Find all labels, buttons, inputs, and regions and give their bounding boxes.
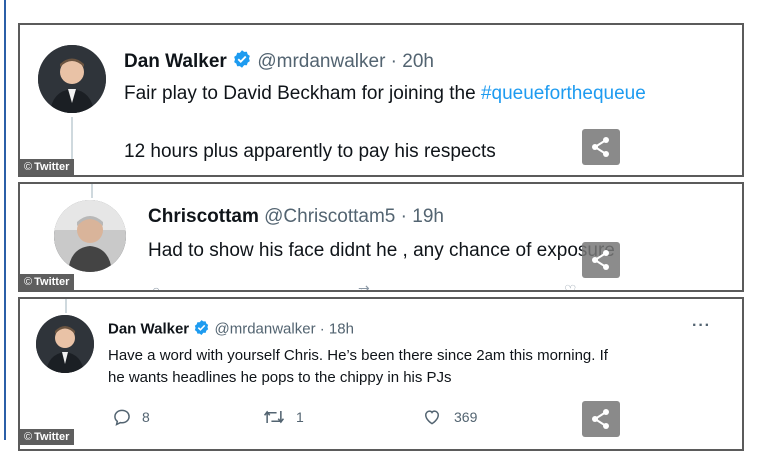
share-button[interactable] [582,129,620,165]
thread-line [91,184,93,198]
retweet-button[interactable]: 1 [262,407,422,427]
copyright-symbol: © [24,431,33,443]
separator: · [400,206,407,227]
reply-icon[interactable]: ○ [152,282,160,290]
tweet-text-line-2: 12 hours plus apparently to pay his resp… [124,141,496,162]
author-name[interactable]: Chriscottam [148,206,259,227]
tweet-text: Had to show his face didnt he , any chan… [148,240,615,261]
tweet-text: Fair play to David Beckham for joining t… [124,83,646,105]
share-button[interactable] [582,242,620,278]
more-icon[interactable]: ··· [692,317,711,335]
share-icon [592,409,609,429]
credit-label: Twitter [34,431,70,443]
tweet-text-part: Fair play to David Beckham for joining t… [124,83,481,104]
retweet-icon[interactable]: ⇄ [358,282,370,290]
reply-icon [114,409,130,426]
author-name[interactable]: Dan Walker [124,51,227,72]
verified-badge-icon [193,319,210,340]
author-handle[interactable]: @mrdanwalker [257,51,385,72]
avatar[interactable] [54,200,126,272]
tweet-card-1: Dan Walker @mrdanwalker · 20h Fair play … [18,23,744,177]
copyright-symbol: © [24,161,33,173]
timestamp[interactable]: 20h [402,51,434,72]
photo-credit: © Twitter [20,274,75,290]
reply-button[interactable]: 8 [112,407,262,427]
tweet-card-3: Dan Walker @mrdanwalker · 18h ··· Have a… [18,297,744,451]
share-button[interactable] [582,401,620,437]
like-count: 369 [454,409,478,425]
tweet-header: Chriscottam @Chriscottam5 · 19h [148,206,444,228]
tweet-actions: 8 1 369 [112,407,582,427]
reply-count: 8 [142,409,150,425]
like-icon[interactable]: ♡ [564,282,577,290]
retweet-count: 1 [296,409,304,425]
tweet-text-line-1: Have a word with yourself Chris. He’s be… [108,347,608,364]
share-icon [592,137,609,157]
author-handle[interactable]: @Chriscottam5 [264,206,395,227]
author-handle[interactable]: @mrdanwalker [214,320,315,337]
photo-credit: © Twitter [20,159,75,175]
separator: · [319,320,325,338]
avatar[interactable] [36,315,94,373]
tweet-header: Dan Walker @mrdanwalker · 20h [124,49,434,75]
hashtag-link[interactable]: #queueforthequeue [481,83,646,104]
separator: · [390,51,397,73]
copyright-symbol: © [24,276,33,288]
like-button[interactable]: 369 [422,407,582,427]
left-margin-rule [4,0,6,440]
author-name[interactable]: Dan Walker [108,320,189,337]
tweet-card-2: Chriscottam @Chriscottam5 · 19h Had to s… [18,182,744,292]
timestamp[interactable]: 19h [412,206,444,227]
tweet-header: Dan Walker @mrdanwalker · 18h [108,319,354,340]
like-icon [424,410,440,425]
retweet-icon [263,410,285,424]
avatar[interactable] [38,45,106,113]
photo-credit: © Twitter [20,429,75,445]
share-icon [592,250,609,270]
credit-label: Twitter [34,161,70,173]
thread-line [65,299,67,313]
timestamp[interactable]: 18h [329,320,354,337]
credit-label: Twitter [34,276,70,288]
verified-badge-icon [232,49,252,75]
tweet-text-line-2: he wants headlines he pops to the chippy… [108,369,452,386]
